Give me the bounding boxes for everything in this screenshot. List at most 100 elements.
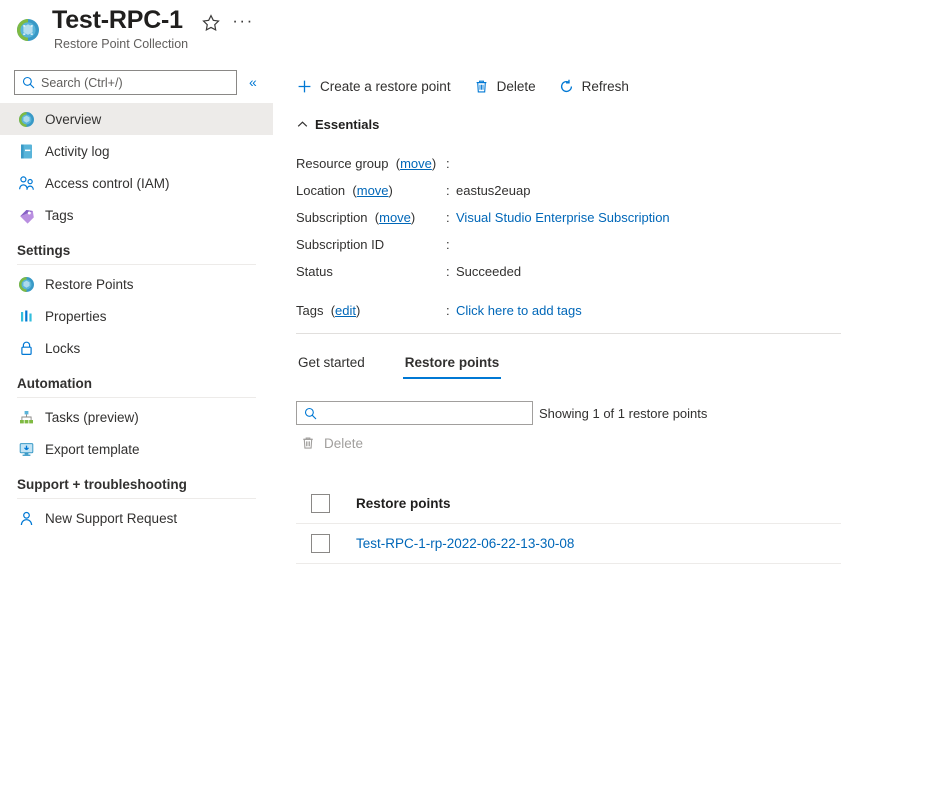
sidebar-item-export-template[interactable]: Export template <box>0 433 273 465</box>
essentials-key-label: Tags <box>296 303 324 318</box>
chevron-up-icon <box>296 118 309 131</box>
globe-icon <box>17 110 36 129</box>
restore-points-search-box[interactable] <box>296 401 533 425</box>
essentials-key-label: Subscription ID <box>296 237 385 252</box>
azure-portal-blade: Test-RPC-1 Restore Point Collection ··· … <box>0 0 935 804</box>
sidebar-group-support: Support + troubleshooting <box>0 465 256 499</box>
export-template-icon <box>17 440 36 459</box>
search-input[interactable] <box>41 75 219 90</box>
restore-points-search-input[interactable] <box>323 406 513 420</box>
search-icon <box>304 407 317 420</box>
essentials-toggle[interactable]: Essentials <box>296 117 379 132</box>
move-link[interactable]: move <box>379 210 411 225</box>
essentials-key: Status <box>296 264 446 279</box>
colon: : <box>446 183 450 198</box>
trash-icon <box>473 78 490 95</box>
essentials-row-tags: Tags (edit) : Click here to add tags <box>296 297 841 324</box>
sidebar-item-new-support-request[interactable]: New Support Request <box>0 502 273 534</box>
chevron-double-left-icon[interactable]: « <box>249 73 257 91</box>
tab-restore-points[interactable]: Restore points <box>402 355 502 379</box>
sidebar-item-overview[interactable]: Overview <box>0 103 273 135</box>
properties-bars-icon <box>17 307 36 326</box>
sidebar-item-restore-points[interactable]: Restore Points <box>0 268 273 300</box>
tag-icon <box>17 206 36 225</box>
essentials-key-label: Status <box>296 264 333 279</box>
move-link[interactable]: move <box>357 183 389 198</box>
sidebar-group-title: Settings <box>17 243 71 258</box>
essentials-row-resource-group: Resource group (move) : <box>296 150 841 177</box>
list-delete-label: Delete <box>324 435 364 451</box>
sidebar-item-properties[interactable]: Properties <box>0 300 273 332</box>
divider <box>17 397 256 398</box>
colon: : <box>446 237 450 252</box>
essentials-key-label: Location <box>296 183 346 198</box>
trash-icon <box>300 435 316 451</box>
create-restore-point-button[interactable]: Create a restore point <box>296 78 451 95</box>
row-checkbox[interactable] <box>311 534 330 553</box>
sidebar-item-activity-log[interactable]: Activity log <box>0 135 273 167</box>
sidebar-group-automation: Automation <box>0 364 256 398</box>
search-icon <box>22 76 35 89</box>
colon: : <box>446 156 450 171</box>
divider <box>17 264 256 265</box>
list-delete-button[interactable]: Delete <box>300 435 363 451</box>
sidebar-item-access-control[interactable]: Access control (IAM) <box>0 167 273 199</box>
delete-button[interactable]: Delete <box>473 78 536 95</box>
activity-log-icon <box>17 142 36 161</box>
tab-get-started[interactable]: Get started <box>296 355 367 379</box>
essentials-row-subscription: Subscription (move) : Visual Studio Ente… <box>296 204 841 231</box>
ellipsis-icon[interactable]: ··· <box>232 12 254 34</box>
command-bar: Create a restore point Delete Refresh <box>296 78 651 95</box>
restore-points-table: Restore points Test-RPC-1-rp-2022-06-22-… <box>296 484 841 564</box>
essentials-row-location: Location (move) : eastus2euap <box>296 177 841 204</box>
sidebar-nav: Overview Activity log Access control (IA… <box>0 103 273 534</box>
page-subtitle: Restore Point Collection <box>54 37 189 51</box>
sidebar-item-label: Overview <box>45 111 102 127</box>
sidebar-group-settings: Settings <box>0 231 256 265</box>
refresh-icon <box>558 78 575 95</box>
page-title: Test-RPC-1 <box>52 6 183 34</box>
command-label: Refresh <box>581 79 629 94</box>
sidebar-item-label: Restore Points <box>45 276 134 292</box>
tab-strip: Get started Restore points <box>296 355 537 379</box>
lock-icon <box>17 339 36 358</box>
add-tags-link[interactable]: Click here to add tags <box>456 303 582 318</box>
refresh-button[interactable]: Refresh <box>558 78 629 95</box>
restore-point-collection-icon <box>14 16 42 44</box>
divider <box>17 498 256 499</box>
sidebar-group-title: Support + troubleshooting <box>17 477 187 492</box>
sidebar-item-tasks[interactable]: Tasks (preview) <box>0 401 273 433</box>
essentials-key: Subscription (move) <box>296 210 416 225</box>
essentials-value: eastus2euap <box>456 183 531 198</box>
sidebar-item-tags[interactable]: Tags <box>0 199 273 231</box>
plus-icon <box>296 78 313 95</box>
showing-count-text: Showing 1 of 1 restore points <box>539 406 708 421</box>
sidebar-item-label: New Support Request <box>45 510 178 526</box>
star-outline-icon[interactable] <box>200 12 222 34</box>
essentials-key-label: Subscription <box>296 210 368 225</box>
sidebar-search-box[interactable] <box>14 70 237 95</box>
restore-point-link[interactable]: Test-RPC-1-rp-2022-06-22-13-30-08 <box>356 536 574 551</box>
sidebar-item-label: Tasks (preview) <box>45 409 139 425</box>
subscription-link[interactable]: Visual Studio Enterprise Subscription <box>456 210 670 225</box>
essentials-grid: Resource group (move) : Location (move) … <box>296 150 841 324</box>
table-header-row: Restore points <box>296 484 841 524</box>
sidebar-item-label: Access control (IAM) <box>45 175 170 191</box>
sidebar-item-locks[interactable]: Locks <box>0 332 273 364</box>
globe-icon <box>17 275 36 294</box>
sidebar-item-label: Properties <box>45 308 107 324</box>
sidebar-item-label: Activity log <box>45 143 110 159</box>
tasks-hierarchy-icon <box>17 408 36 427</box>
sidebar-group-title: Automation <box>17 376 92 391</box>
essentials-key: Location (move) <box>296 183 393 198</box>
essentials-key: Tags (edit) <box>296 303 361 318</box>
colon: : <box>446 264 450 279</box>
command-label: Delete <box>496 79 536 94</box>
sidebar-item-label: Locks <box>45 340 81 356</box>
essentials-key: Resource group (move) <box>296 156 437 171</box>
status-value: Succeeded <box>456 264 522 279</box>
select-all-checkbox[interactable] <box>311 494 330 513</box>
essentials-key: Subscription ID <box>296 237 446 252</box>
move-link[interactable]: move <box>400 156 432 171</box>
edit-link[interactable]: edit <box>335 303 356 318</box>
